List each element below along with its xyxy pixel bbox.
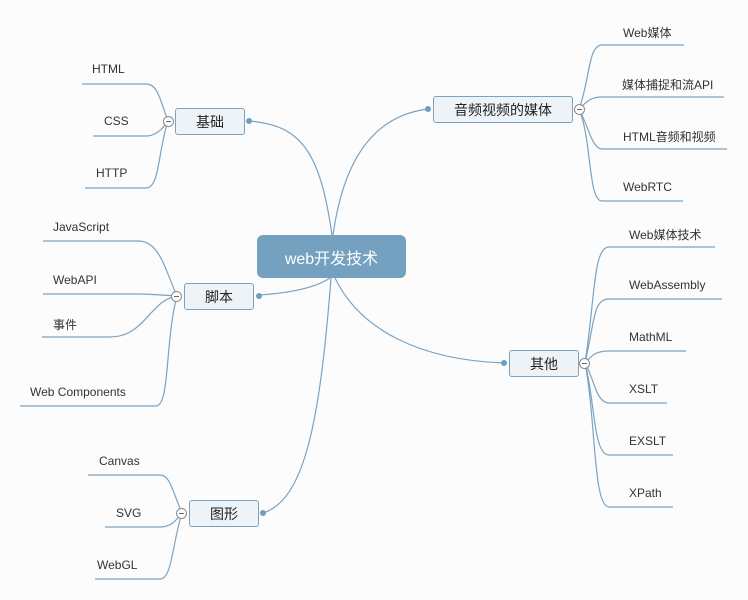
- branch-node-script[interactable]: 脚本: [184, 283, 254, 310]
- branch-label: 脚本: [205, 288, 233, 305]
- branch-label: 其他: [530, 355, 558, 372]
- connector-dot: [246, 118, 252, 124]
- connector-root-other: [334, 277, 505, 364]
- leaf-node-mathml[interactable]: MathML: [629, 330, 672, 344]
- connector-dot: [260, 510, 266, 516]
- branch-label: 图形: [210, 505, 238, 522]
- connector-leaf: [43, 240, 178, 297]
- leaf-node-web-media[interactable]: Web媒体: [623, 24, 671, 41]
- connector-root-script: [258, 277, 331, 296]
- connector-dot: [425, 106, 431, 112]
- branch-node-media[interactable]: 音频视频的媒体: [433, 96, 573, 123]
- leaf-node-canvas[interactable]: Canvas: [99, 454, 140, 468]
- connector-root-graphics: [262, 277, 332, 514]
- leaf-node-webassembly[interactable]: WebAssembly: [629, 278, 705, 292]
- collapse-minus-icon[interactable]: [163, 116, 174, 127]
- collapse-minus-icon[interactable]: [574, 104, 585, 115]
- leaf-node-svg[interactable]: SVG: [116, 506, 141, 520]
- leaf-node-xpath[interactable]: XPath: [629, 486, 662, 500]
- leaf-node-web-components[interactable]: Web Components: [30, 385, 126, 399]
- connector-leaf: [43, 293, 178, 297]
- leaf-node-events[interactable]: 事件: [53, 316, 77, 333]
- branch-node-basics[interactable]: 基础: [175, 108, 245, 135]
- leaf-node-http[interactable]: HTTP: [96, 166, 127, 180]
- leaf-node-web-media-tech[interactable]: Web媒体技术: [629, 226, 701, 243]
- leaf-node-webrtc[interactable]: WebRTC: [623, 180, 672, 194]
- branch-label: 基础: [196, 113, 224, 130]
- collapse-minus-icon[interactable]: [171, 291, 182, 302]
- connector-root-media: [332, 108, 429, 236]
- branch-node-graphics[interactable]: 图形: [189, 500, 259, 527]
- leaf-node-exslt[interactable]: EXSLT: [629, 434, 666, 448]
- connector-leaf: [578, 96, 724, 110]
- leaf-node-html-audio-video[interactable]: HTML音频和视频: [623, 128, 716, 145]
- connector-leaf: [584, 246, 715, 364]
- branch-node-other[interactable]: 其他: [509, 350, 579, 377]
- leaf-node-html[interactable]: HTML: [92, 62, 125, 76]
- collapse-minus-icon[interactable]: [176, 508, 187, 519]
- leaf-node-media-capture-streams[interactable]: 媒体捕捉和流API: [622, 76, 713, 93]
- connector-dot: [501, 360, 507, 366]
- collapse-minus-icon[interactable]: [579, 358, 590, 369]
- connector-root-basics: [248, 120, 333, 236]
- connector-dot: [256, 293, 262, 299]
- root-node[interactable]: web开发技术: [257, 235, 406, 278]
- leaf-node-xslt[interactable]: XSLT: [629, 382, 658, 396]
- connector-leaf: [584, 350, 686, 364]
- leaf-node-css[interactable]: CSS: [104, 114, 129, 128]
- leaf-node-javascript[interactable]: JavaScript: [53, 220, 109, 234]
- leaf-node-webapi[interactable]: WebAPI: [53, 273, 97, 287]
- leaf-node-webgl[interactable]: WebGL: [97, 558, 137, 572]
- root-node-label: web开发技术: [284, 250, 379, 268]
- branch-label: 音频视频的媒体: [454, 101, 552, 118]
